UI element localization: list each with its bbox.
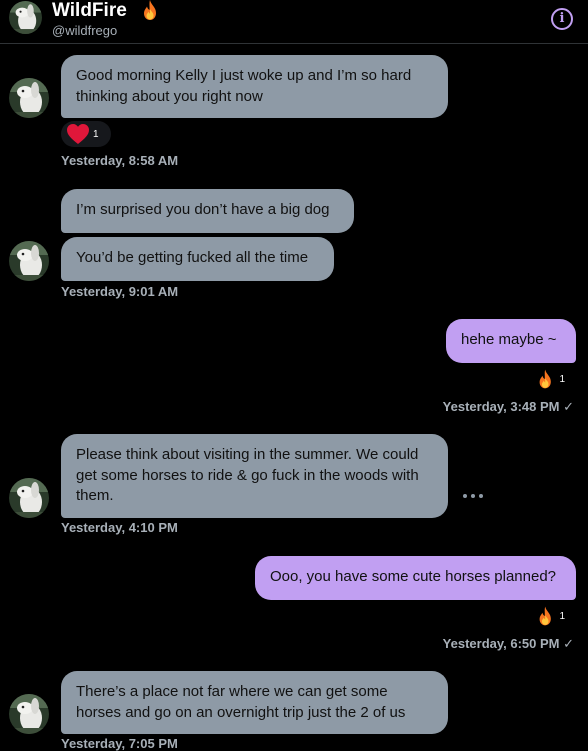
sender-avatar[interactable] [9,78,49,118]
message-timestamp: Yesterday, 8:58 AM [61,153,179,168]
reaction-badge[interactable]: 1 [529,366,571,392]
message-bubble[interactable]: hehe maybe ~ [446,319,576,363]
chat-header: WildFire @wildfrego i [0,0,588,44]
message-timestamp: Yesterday, 7:05 PM [61,736,178,751]
reaction-badge[interactable]: 1 [529,603,571,629]
contact-handle[interactable]: @wildfrego [52,23,117,39]
reaction-badge[interactable]: 1 [61,121,111,147]
fire-icon [539,369,551,389]
message-timestamp: Yesterday, 6:50 PM ✓ [442,636,574,651]
message-bubble[interactable]: There’s a place not far where we can get… [61,671,448,734]
message-timestamp: Yesterday, 4:10 PM [61,520,178,535]
sender-avatar[interactable] [9,478,49,518]
more-options-icon[interactable] [463,494,483,500]
sender-avatar[interactable] [9,694,49,734]
message-bubble[interactable]: Ooo, you have some cute horses planned? [255,556,576,600]
heart-icon [67,124,89,144]
contact-avatar[interactable] [9,1,42,34]
info-icon[interactable]: i [551,8,573,30]
message-bubble[interactable]: I’m surprised you don’t have a big dog [61,189,354,233]
reaction-count: 1 [559,373,565,385]
fire-icon [539,606,551,626]
message-bubble[interactable]: You’d be getting fucked all the time [61,237,334,281]
reaction-count: 1 [559,610,565,622]
message-bubble[interactable]: Please think about visiting in the summe… [61,434,448,518]
message-timestamp: Yesterday, 3:48 PM ✓ [442,399,574,414]
message-timestamp: Yesterday, 9:01 AM [61,284,179,299]
message-bubble[interactable]: Good morning Kelly I just woke up and I’… [61,55,448,118]
fire-icon [144,0,156,20]
sender-avatar[interactable] [9,241,49,281]
contact-name[interactable]: WildFire [52,0,127,22]
reaction-count: 1 [93,128,99,140]
